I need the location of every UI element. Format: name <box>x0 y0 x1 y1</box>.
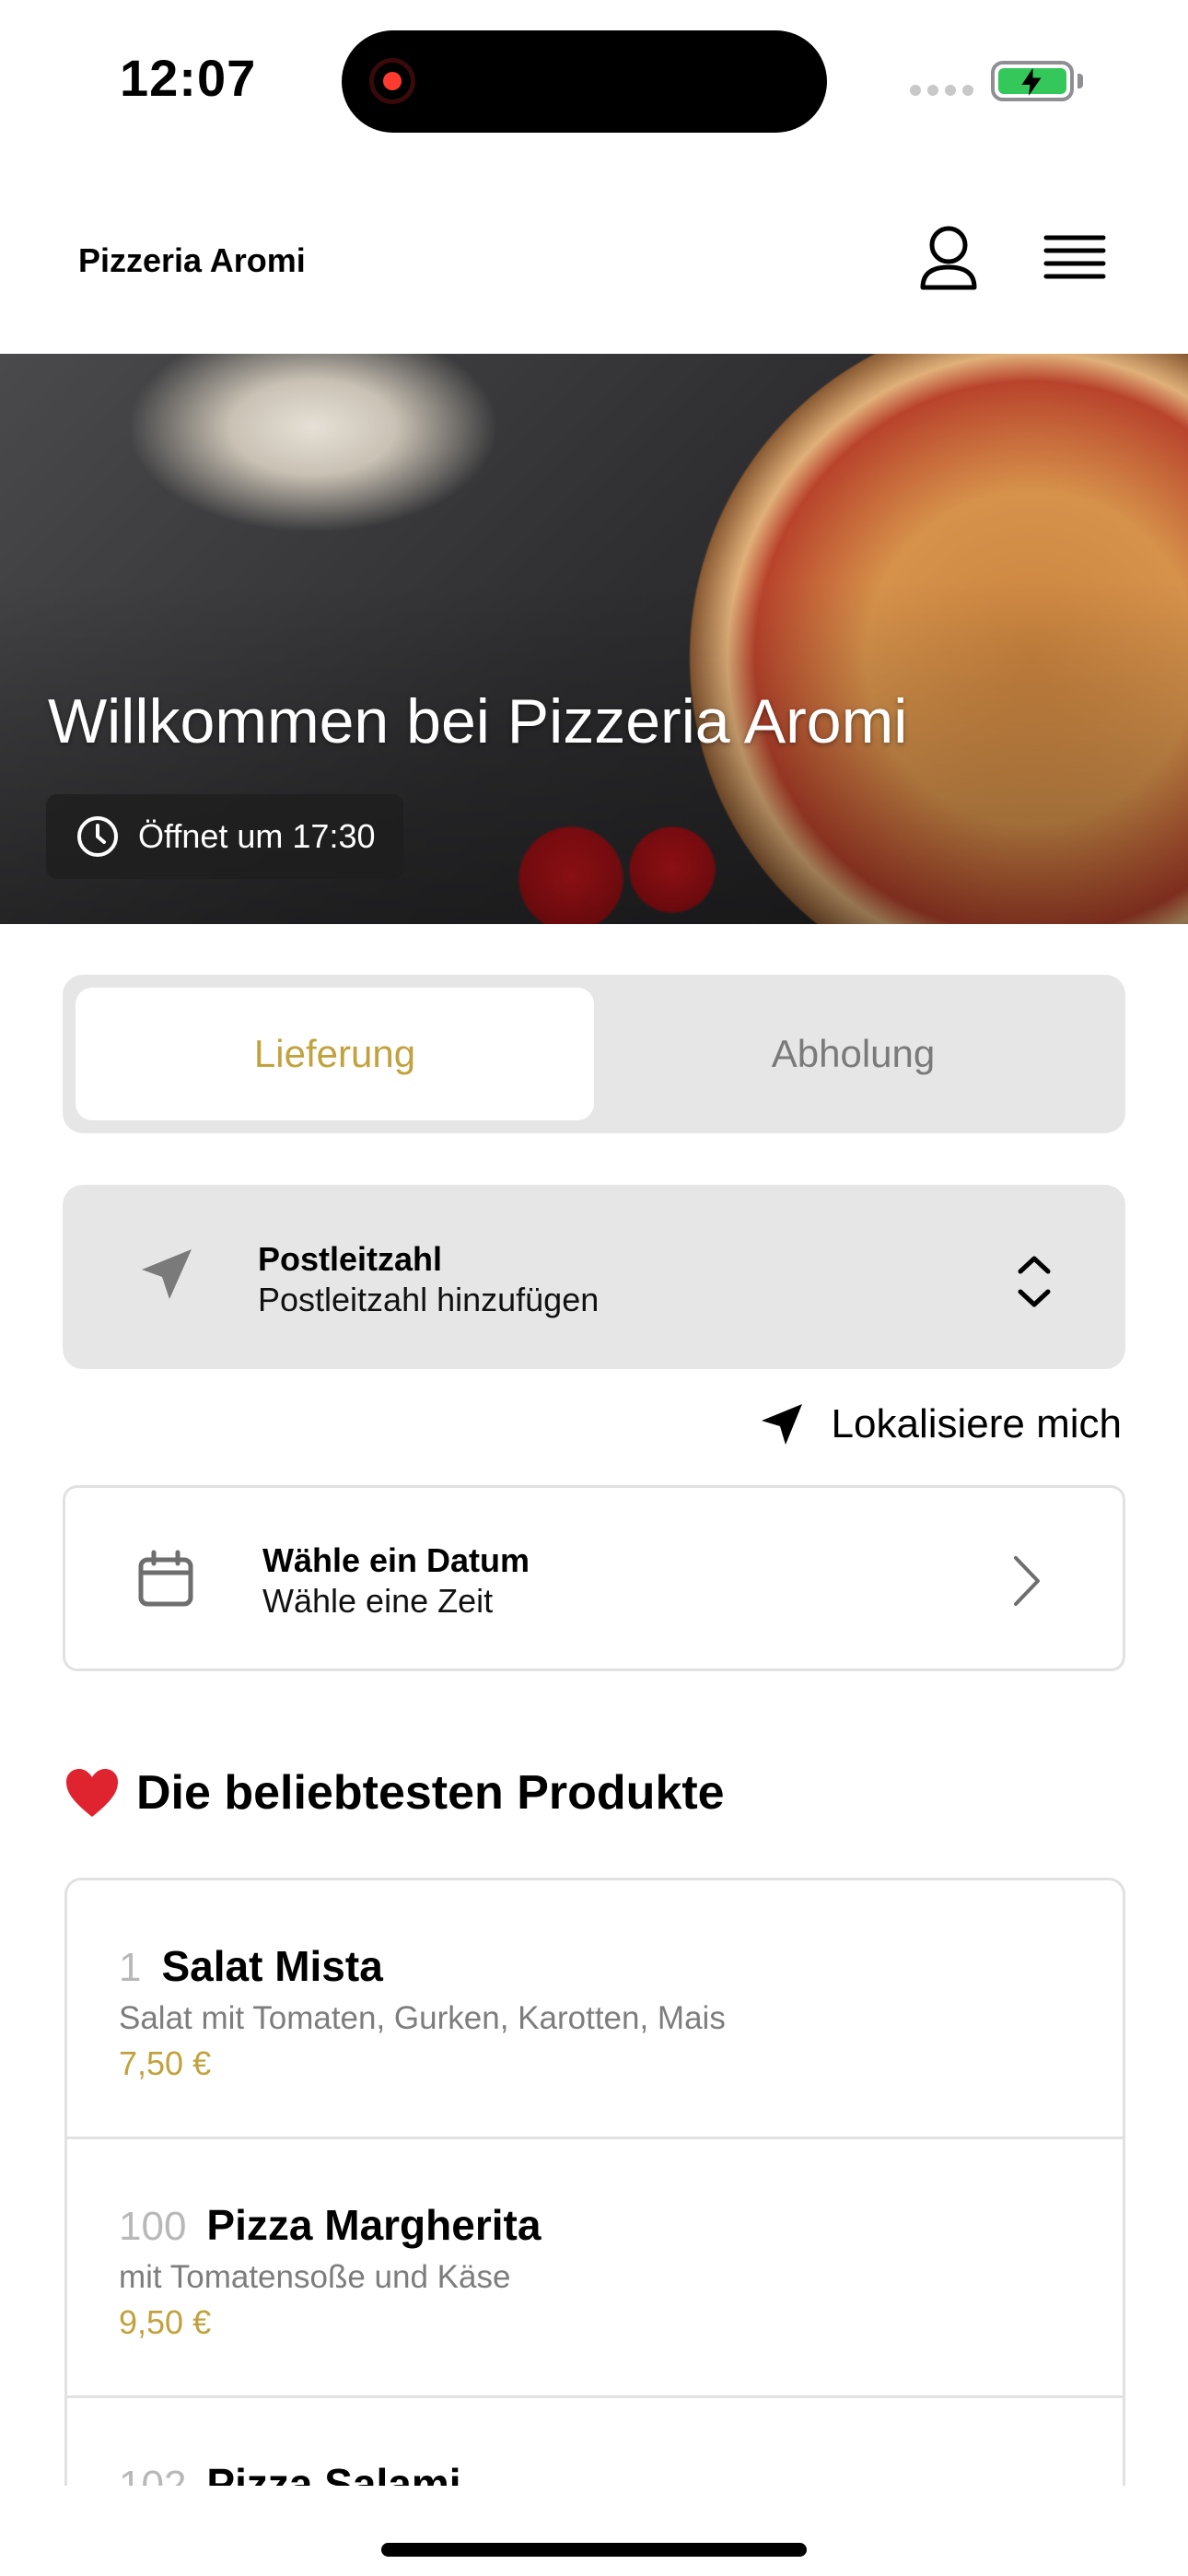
product-list: 1 Salat Mista Salat mit Tomaten, Gurken,… <box>64 1878 1125 2486</box>
tab-pickup[interactable]: Abholung <box>594 988 1112 1120</box>
locate-me-label: Lokalisiere mich <box>831 1401 1122 1446</box>
tab-delivery[interactable]: Lieferung <box>76 988 594 1120</box>
hero-title: Willkommen bei Pizzeria Aromi <box>48 686 908 756</box>
product-description: mit Tomatensoße und Käse <box>119 2259 511 2295</box>
product-name: Pizza Salami <box>206 2460 461 2486</box>
product-number: 102 <box>119 2463 187 2486</box>
record-icon <box>369 58 415 104</box>
clock-icon <box>77 816 118 857</box>
home-indicator[interactable] <box>381 2543 807 2557</box>
battery-cap <box>1077 74 1083 88</box>
chevron-right-icon <box>1014 1556 1040 1606</box>
opening-time-text: Öffnet um 17:30 <box>138 817 376 855</box>
status-time: 12:07 <box>120 49 257 107</box>
location-arrow-icon <box>761 1404 802 1445</box>
signal-icon <box>910 85 973 96</box>
up-down-chevron-icon <box>1018 1256 1051 1307</box>
menu-icon[interactable] <box>1041 221 1109 295</box>
product-price: 7,50 € <box>119 2044 212 2082</box>
brand-name[interactable]: Pizzeria Aromi <box>78 241 306 280</box>
status-bar: 12:07 <box>0 0 1188 157</box>
date-time-selector[interactable]: Wähle ein Datum Wähle eine Zeit <box>63 1485 1125 1671</box>
order-mode-toggle: Lieferung Abholung <box>63 975 1125 1133</box>
app-header: Pizzeria Aromi <box>0 157 1188 354</box>
product-item[interactable]: 102 Pizza Salami <box>67 2398 1123 2486</box>
popular-products-title: Die beliebtesten Produkte <box>136 1766 725 1820</box>
battery-icon <box>991 61 1074 101</box>
dynamic-island <box>342 30 827 133</box>
locate-me-button[interactable]: Lokalisiere mich <box>758 1400 1122 1448</box>
product-item[interactable]: 100 Pizza Margherita mit Tomatensoße und… <box>67 2139 1123 2398</box>
product-description: Salat mit Tomaten, Gurken, Karotten, Mai… <box>119 2000 726 2036</box>
time-subtitle: Wähle eine Zeit <box>262 1582 494 1620</box>
navigation-arrow-icon <box>142 1249 192 1299</box>
zip-code-label: Postleitzahl <box>258 1240 443 1278</box>
product-price: 9,50 € <box>119 2303 212 2341</box>
popular-products-heading: Die beliebtesten Produkte <box>64 1765 725 1821</box>
product-number: 100 <box>119 2204 187 2249</box>
product-number: 1 <box>119 1945 142 1990</box>
product-name: Pizza Margherita <box>206 2201 542 2249</box>
product-name: Salat Mista <box>161 1942 383 1990</box>
heart-icon <box>66 1769 118 1817</box>
zip-code-selector[interactable]: Postleitzahl Postleitzahl hinzufügen <box>63 1185 1125 1369</box>
user-icon[interactable] <box>912 221 985 295</box>
calendar-icon <box>138 1550 193 1607</box>
zip-code-placeholder: Postleitzahl hinzufügen <box>258 1281 600 1318</box>
opening-time-badge: Öffnet um 17:30 <box>46 794 403 879</box>
date-title: Wähle ein Datum <box>262 1541 530 1579</box>
product-item[interactable]: 1 Salat Mista Salat mit Tomaten, Gurken,… <box>67 1880 1123 2139</box>
hero-banner: Willkommen bei Pizzeria Aromi Öffnet um … <box>0 354 1188 924</box>
